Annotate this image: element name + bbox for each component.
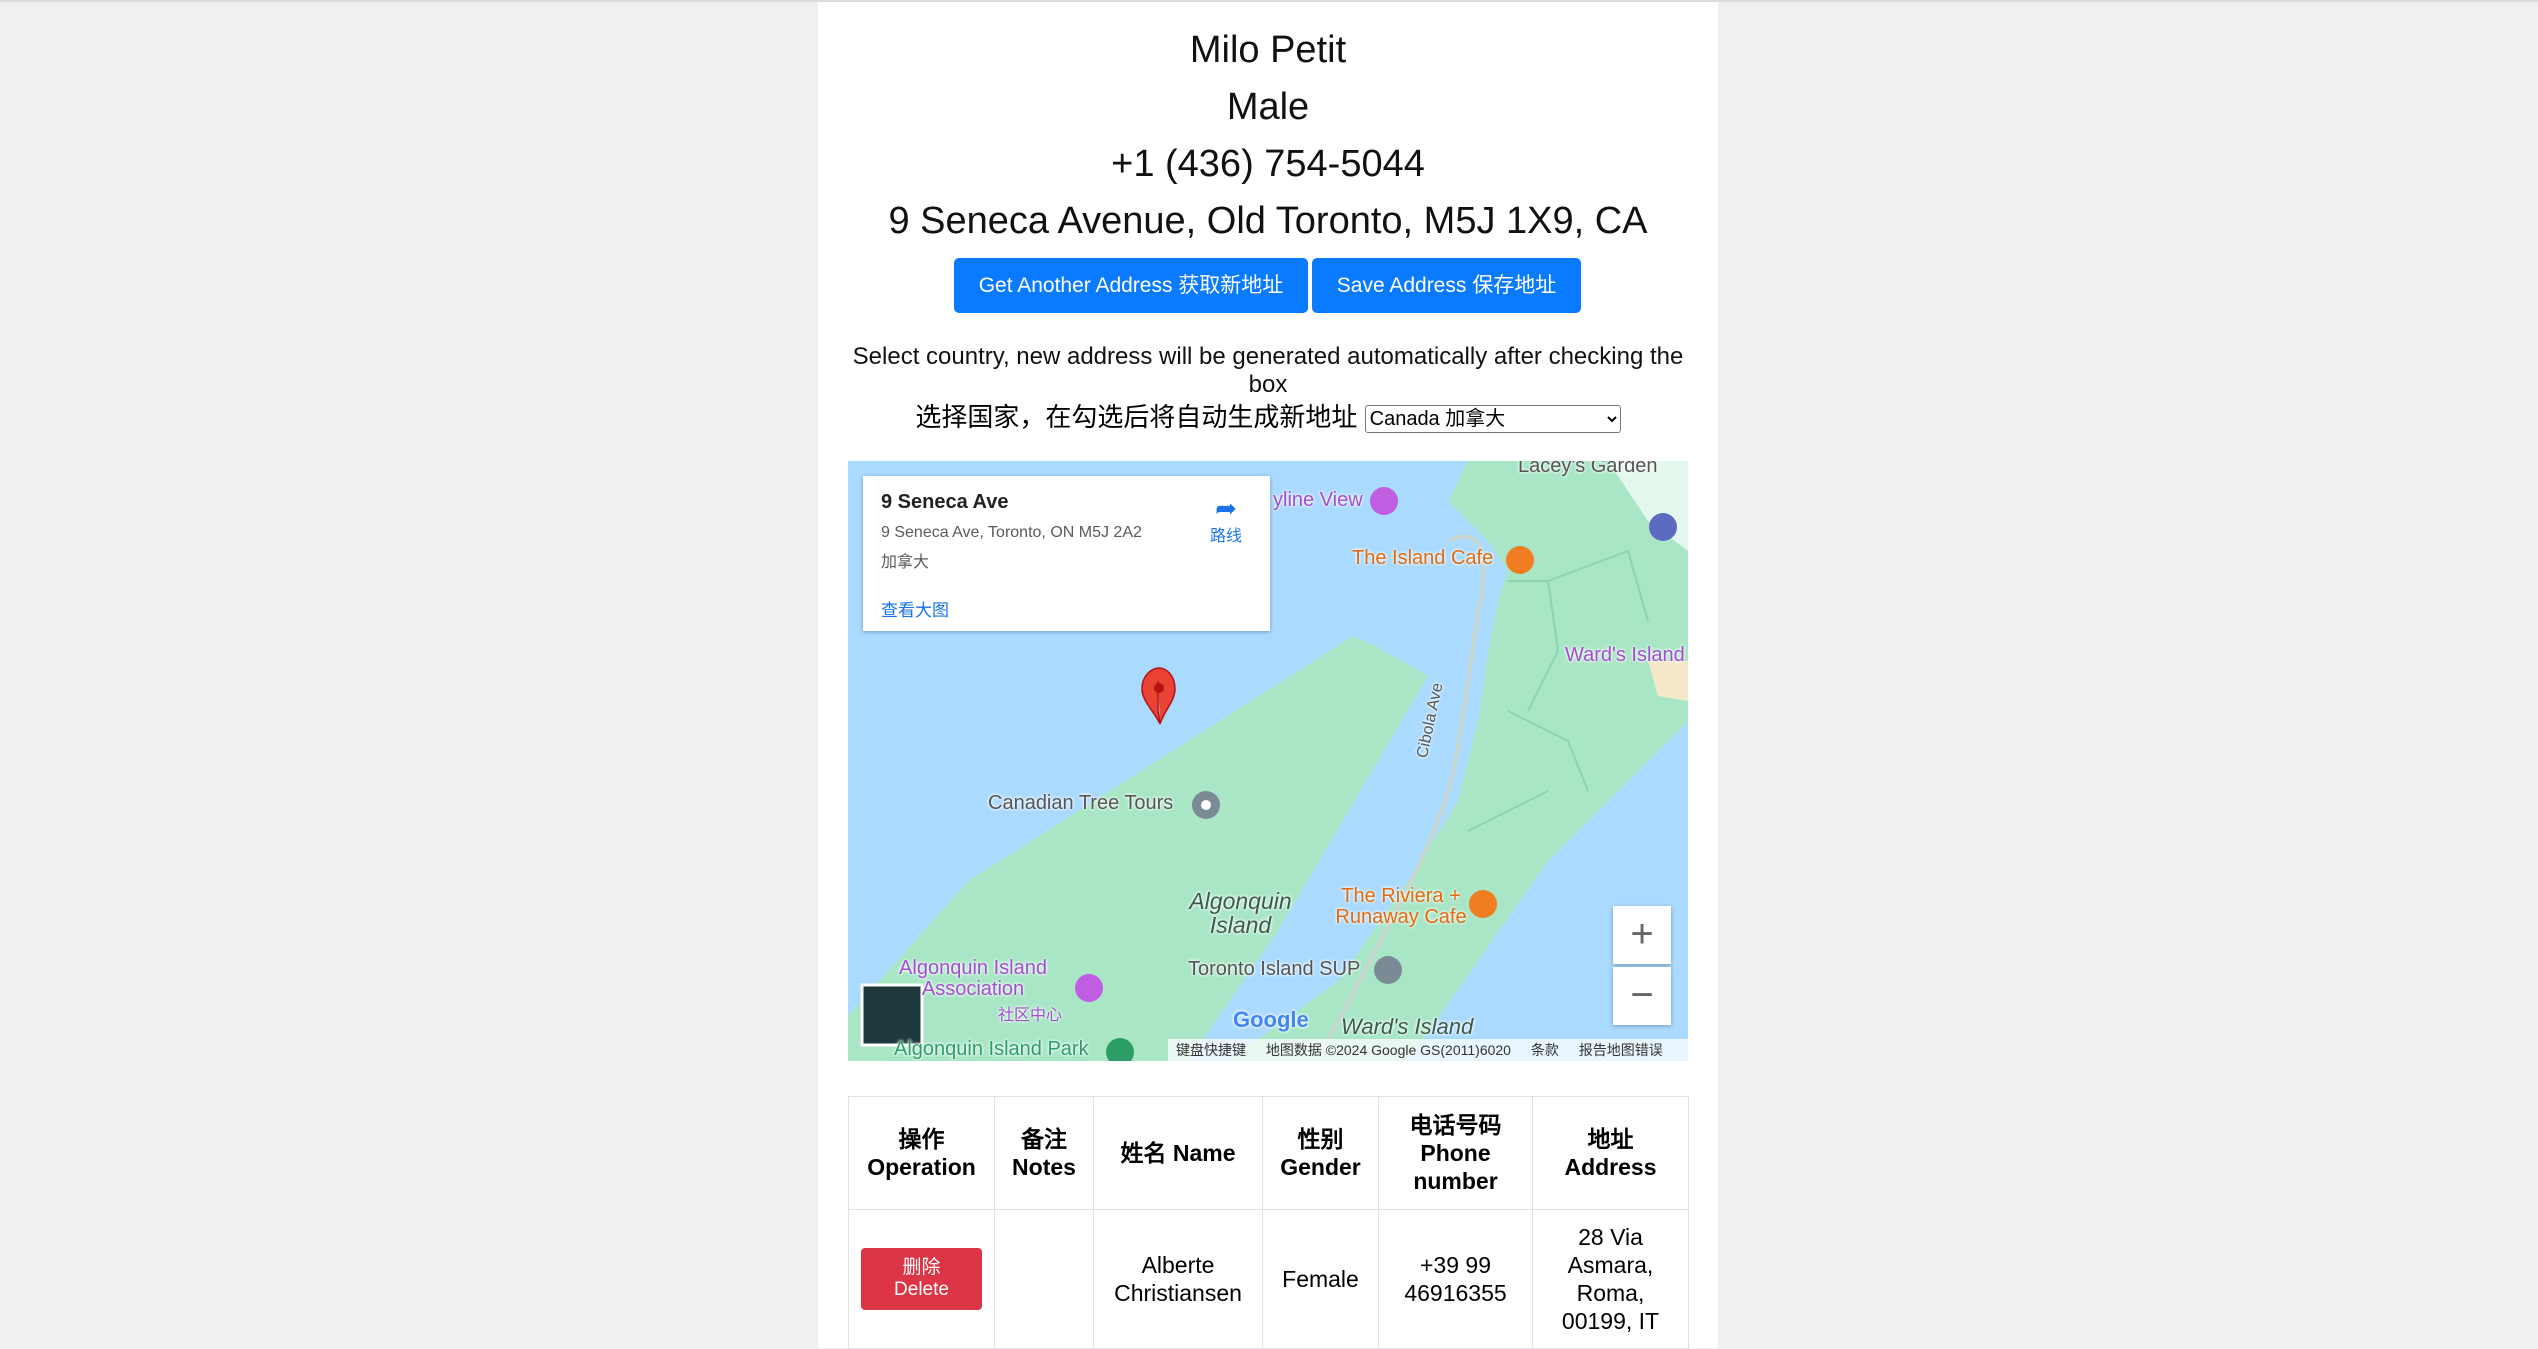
save-address-button[interactable]: Save Address 保存地址: [1312, 258, 1581, 313]
map-label-park: Algonquin Island Park: [894, 1038, 1089, 1060]
community-center-icon[interactable]: [1075, 974, 1103, 1002]
google-logo: Google: [1233, 1007, 1309, 1032]
map-label-association: Algonquin Island Association: [899, 957, 1047, 1000]
map-label-sup: Toronto Island SUP: [1188, 958, 1361, 980]
country-select[interactable]: Canada 加拿大: [1364, 405, 1621, 434]
viewpoint-icon[interactable]: [1370, 487, 1398, 515]
cell-phone: +39 99 46916355: [1378, 1209, 1533, 1349]
map[interactable]: yline View The Island Cafe Ward's Island…: [848, 461, 1688, 1061]
cell-gender: Female: [1262, 1209, 1379, 1349]
cafe-icon[interactable]: [1506, 546, 1534, 574]
main-card: Milo Petit Male +1 (436) 754-5044 9 Sene…: [818, 2, 1718, 1349]
header-notes: 备注 Notes: [994, 1096, 1094, 1210]
report-error-link[interactable]: 报告地图错误: [1571, 1042, 1671, 1058]
map-label-riviera: The Riviera + Runaway Cafe: [1335, 885, 1467, 928]
map-data-text: 地图数据 ©2024 Google GS(2011)6020: [1265, 1042, 1511, 1058]
header-address: 地址 Address: [1532, 1096, 1689, 1210]
pin-dot: [1154, 683, 1164, 693]
place-country: 加拿大: [881, 554, 930, 571]
header-name: 姓名 Name: [1093, 1096, 1263, 1210]
person-phone: +1 (436) 754-5044: [1111, 143, 1425, 185]
person-name: Milo Petit: [1189, 29, 1347, 71]
map-label-island-cafe: The Island Cafe: [1352, 547, 1494, 569]
header-gender: 性别 Gender: [1262, 1096, 1379, 1210]
country-hint-cn: 选择国家，在勾选后将自动生成新地址: [915, 402, 1358, 432]
country-hint-row: 选择国家，在勾选后将自动生成新地址 Canada 加拿大: [818, 400, 1718, 434]
place-title: 9 Seneca Ave: [881, 491, 1009, 513]
map-label-algonquin-island: Algonquin Island: [1189, 888, 1292, 938]
directions-label: 路线: [1209, 528, 1242, 545]
cell-address: 28 Via Asmara, Roma, 00199, IT: [1532, 1209, 1689, 1349]
cell-name: Alberte Christiansen: [1093, 1209, 1263, 1349]
country-hint-en: Select country, new address will be gene…: [852, 343, 1684, 398]
sup-icon[interactable]: [1374, 956, 1402, 984]
terms-link[interactable]: 条款: [1523, 1042, 1567, 1058]
zoom-out-button[interactable]: −: [1613, 967, 1671, 1025]
cell-operation: 删除 Delete: [848, 1209, 995, 1349]
cell-notes: [994, 1209, 1094, 1349]
map-label-skyline: yline View: [1273, 489, 1363, 511]
header-operation: 操作 Operation: [848, 1096, 995, 1210]
map-label-wards-island-bottom: Ward's Island: [1341, 1014, 1474, 1039]
view-larger-map-link[interactable]: 查看大图: [881, 596, 949, 621]
place-info-card: 9 Seneca Ave 9 Seneca Ave, Toronto, ON M…: [863, 476, 1270, 631]
header-phone: 电话号码 Phone number: [1378, 1096, 1533, 1210]
map-label-laceys: Lacey's Garden: [1518, 461, 1658, 477]
map-label-tree-tours: Canadian Tree Tours: [988, 792, 1174, 814]
table-row: 删除 Delete Alberte Christiansen Female +39…: [848, 1209, 1689, 1349]
person-gender: Male: [1226, 86, 1310, 128]
get-another-address-button[interactable]: Get Another Address 获取新地址: [954, 258, 1308, 313]
delete-button[interactable]: 删除 Delete: [861, 1248, 982, 1310]
restaurant-icon[interactable]: [1649, 513, 1677, 541]
map-label-community-center: 社区中心: [998, 1007, 1063, 1024]
person-address: 9 Seneca Avenue, Old Toronto, M5J 1X9, C…: [888, 200, 1648, 242]
map-label-wards-island-top: Ward's Island: [1565, 644, 1685, 666]
zoom-in-button[interactable]: +: [1613, 906, 1671, 964]
place-address: 9 Seneca Ave, Toronto, ON M5J 2A2: [881, 524, 1142, 541]
keyboard-shortcuts-link[interactable]: 键盘快捷键: [1168, 1042, 1254, 1058]
directions-icon: ➦: [1215, 493, 1237, 523]
saved-addresses-table: 操作 Operation 备注 Notes 姓名 Name 性别 Gender 电话号…: [848, 1096, 1689, 1349]
table-header-row: 操作 Operation 备注 Notes 姓名 Name 性别 Gender 电话号…: [848, 1096, 1689, 1210]
map-attribution: 键盘快捷键 地图数据 ©2024 Google GS(2011)6020 条款 …: [1168, 1039, 1688, 1061]
directions-button[interactable]: ➦ 路线: [1201, 494, 1251, 546]
